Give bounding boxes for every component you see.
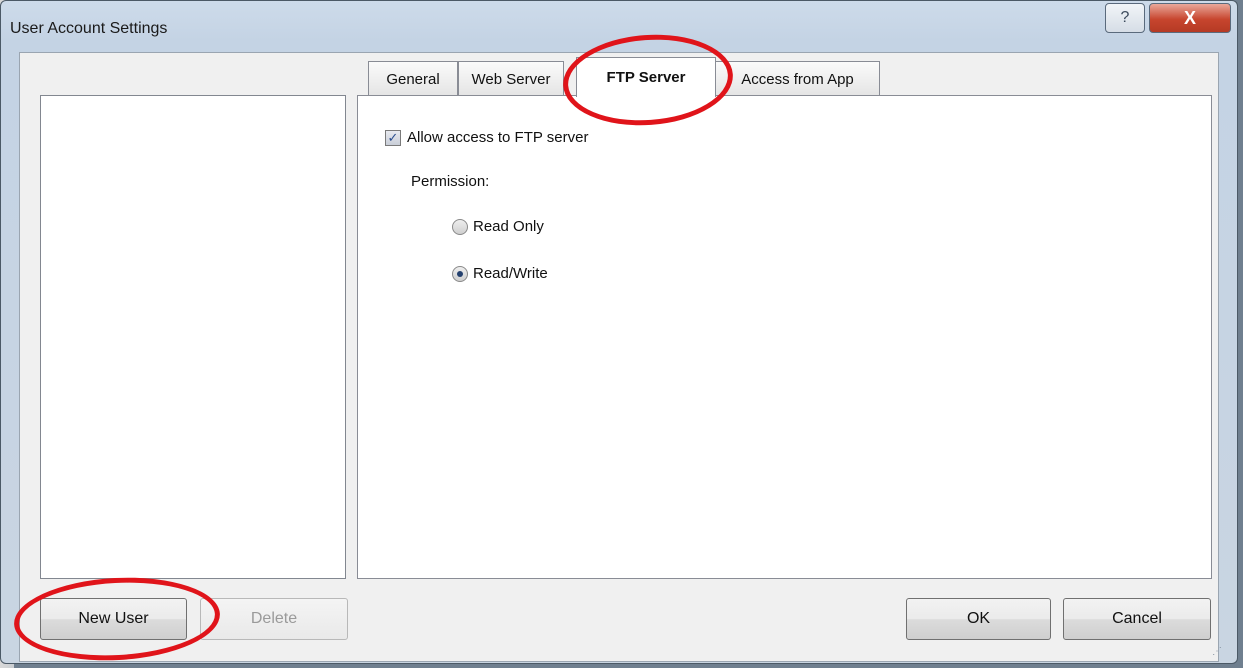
ok-button[interactable]: OK	[906, 598, 1051, 640]
checkbox-checked-icon[interactable]: ✓	[385, 129, 401, 146]
allow-ftp-access-checkbox-row[interactable]: ✓ Allow access to FTP server	[385, 129, 588, 146]
user-list[interactable]	[40, 95, 346, 579]
tab-general[interactable]: General	[368, 61, 458, 96]
tab-panel-ftp-server	[357, 95, 1212, 579]
delete-button[interactable]: Delete	[200, 598, 348, 640]
tab-ftp-server[interactable]: FTP Server	[576, 57, 716, 97]
radio-read-write[interactable]: Read/Write	[452, 265, 548, 282]
new-user-button[interactable]: New User	[40, 598, 187, 640]
cancel-button[interactable]: Cancel	[1063, 598, 1211, 640]
radio-selected-icon[interactable]	[452, 265, 468, 282]
tab-access-from-app[interactable]: Access from App	[715, 61, 880, 96]
tab-web-server[interactable]: Web Server	[458, 61, 564, 96]
radio-read-only[interactable]: Read Only	[452, 218, 544, 235]
close-button[interactable]: X	[1149, 3, 1231, 33]
radio-unselected-icon[interactable]	[452, 218, 468, 235]
window-title: User Account Settings	[10, 20, 168, 37]
allow-ftp-access-label: Allow access to FTP server	[407, 129, 589, 146]
resize-grip-icon[interactable]: ⋰	[1212, 646, 1222, 657]
radio-read-write-label: Read/Write	[473, 265, 548, 282]
permission-label: Permission:	[411, 173, 490, 190]
radio-read-only-label: Read Only	[473, 218, 544, 235]
help-button[interactable]: ?	[1105, 3, 1145, 33]
